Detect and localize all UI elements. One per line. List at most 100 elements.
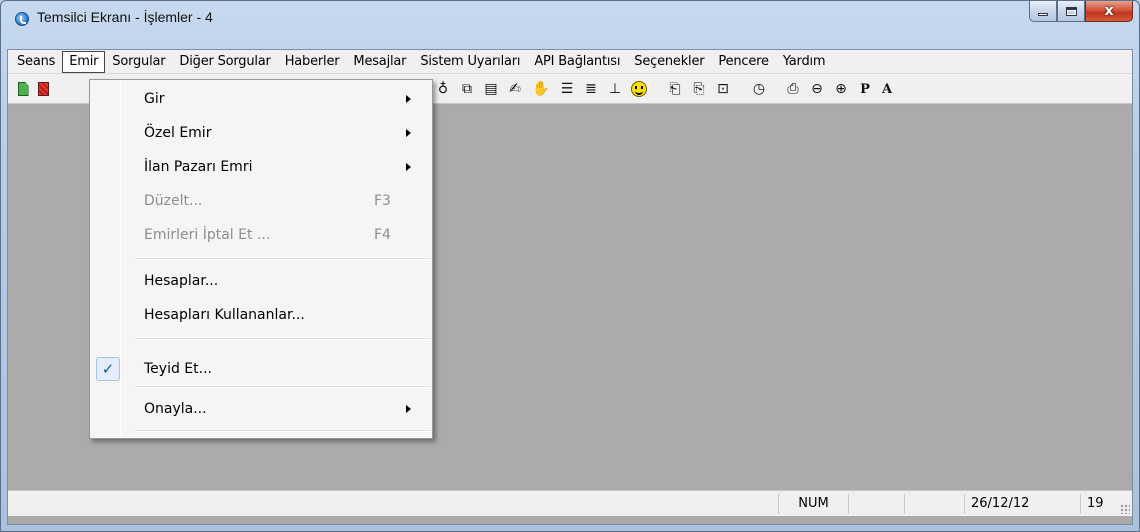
menu-separator — [134, 430, 430, 432]
close-icon: x — [1104, 3, 1114, 19]
menu-item-emirleri-iptal-et[interactable]: Emirleri İptal Et ... F4 — [92, 220, 430, 250]
menu-emir[interactable]: Emir — [62, 50, 106, 73]
gavel-button[interactable]: ⊥ — [606, 80, 624, 98]
p-icon: P — [860, 81, 870, 97]
book-open-icon: ⎘ — [693, 81, 705, 97]
menu-item-teyid-et[interactable]: ✓ Teyid Et... — [92, 354, 430, 384]
menu-item-label: Teyid Et... — [144, 361, 212, 377]
print-button[interactable]: ⎙ — [784, 80, 802, 98]
submenu-arrow-icon — [406, 129, 411, 137]
status-num: NUM — [778, 494, 848, 514]
maximize-button[interactable] — [1057, 1, 1085, 22]
maximize-icon — [1065, 6, 1077, 16]
menu-mesajlar[interactable]: Mesajlar — [346, 51, 413, 73]
menu-item-duzelt[interactable]: Düzelt... F3 — [92, 186, 430, 216]
red-document-button[interactable] — [34, 80, 52, 98]
close-button[interactable]: x — [1085, 1, 1133, 22]
menu-item-label: Hesaplar... — [144, 273, 219, 289]
menu-item-label: İlan Pazarı Emri — [144, 159, 253, 175]
gavel-icon: ⊥ — [608, 81, 622, 97]
folder-icon: ⊡ — [717, 81, 729, 97]
menu-sorgular[interactable]: Sorgular — [105, 51, 172, 73]
resize-grip-icon[interactable] — [1120, 504, 1130, 514]
menu-haberler[interactable]: Haberler — [278, 51, 347, 73]
menu-item-label: Özel Emir — [144, 125, 212, 141]
status-bar: NUM 26/12/12 19 — [8, 490, 1132, 516]
printer-icon: ⎙ — [787, 81, 799, 97]
book-button[interactable]: ⎗ — [666, 80, 684, 98]
list-lines-icon: ≣ — [585, 81, 597, 97]
write-button[interactable]: ✍ — [506, 80, 524, 98]
menu-separator — [134, 258, 430, 260]
menu-bar: Seans Emir Sorgular Diğer Sorgular Haber… — [8, 50, 1132, 74]
status-empty-cell — [848, 494, 904, 514]
document-list-icon: ▤ — [484, 81, 498, 97]
menu-item-label: Onayla... — [144, 401, 207, 417]
submenu-arrow-icon — [406, 163, 411, 171]
menu-item-label: Gir — [144, 91, 165, 107]
document-frame-icon: ⧉ — [462, 81, 472, 97]
menu-item-ozel-emir[interactable]: Özel Emir — [92, 118, 430, 148]
app-icon — [15, 12, 29, 26]
new-document-icon — [17, 82, 29, 96]
emir-dropdown-menu: Gir Özel Emir İlan Pazarı Emri Düzelt...… — [89, 79, 433, 439]
menu-item-gir[interactable]: Gir — [92, 84, 430, 114]
checkmark-icon: ✓ — [96, 357, 120, 381]
status-empty-cell-2 — [904, 494, 964, 514]
window-controls: x — [1029, 1, 1133, 23]
status-number: 19 — [1080, 494, 1120, 514]
menu-diger-sorgular[interactable]: Diğer Sorgular — [172, 51, 277, 73]
hand-icon: ✋ — [532, 81, 550, 97]
write-icon: ✍ — [509, 81, 521, 97]
menu-item-label: Hesapları Kullananlar... — [144, 307, 305, 323]
menu-seans[interactable]: Seans — [10, 51, 62, 73]
smiley-icon — [631, 81, 647, 97]
hand-button[interactable]: ✋ — [532, 80, 550, 98]
zoom-out-button[interactable]: ⊖ — [808, 80, 826, 98]
weight-icon: ♁ — [437, 81, 449, 97]
submenu-arrow-icon — [406, 95, 411, 103]
menu-pencere[interactable]: Pencere — [711, 51, 775, 73]
folder-button[interactable]: ⊡ — [714, 80, 732, 98]
align-lines-button[interactable]: ☰ — [558, 80, 576, 98]
a-icon: A — [881, 81, 893, 97]
zoom-in-icon: ⊕ — [835, 81, 847, 97]
menu-item-shortcut: F3 — [374, 193, 391, 209]
clock-icon: ◷ — [752, 81, 766, 97]
a-button[interactable]: A — [878, 80, 896, 98]
zoom-out-icon: ⊖ — [811, 81, 823, 97]
menu-separator — [134, 338, 430, 340]
weight-button[interactable]: ♁ — [434, 80, 452, 98]
menu-item-hesaplar[interactable]: Hesaplar... — [92, 266, 430, 296]
status-date: 26/12/12 — [964, 494, 1040, 514]
menu-separator — [134, 386, 430, 388]
zoom-in-button[interactable]: ⊕ — [832, 80, 850, 98]
clock-button[interactable]: ◷ — [750, 80, 768, 98]
list-lines-button[interactable]: ≣ — [582, 80, 600, 98]
new-document-button[interactable] — [14, 80, 32, 98]
book-icon: ⎗ — [669, 81, 681, 97]
menu-item-label: Düzelt... — [144, 193, 203, 209]
document-list-button[interactable]: ▤ — [482, 80, 500, 98]
menu-item-ilan-pazari-emri[interactable]: İlan Pazarı Emri — [92, 152, 430, 182]
document-frame-button[interactable]: ⧉ — [458, 80, 476, 98]
menu-api-baglantisi[interactable]: API Bağlantısı — [527, 51, 627, 73]
menu-item-shortcut: F4 — [374, 227, 391, 243]
menu-item-label: Emirleri İptal Et ... — [144, 227, 271, 243]
window-title: Temsilci Ekranı - İşlemler - 4 — [37, 9, 213, 25]
red-document-icon — [37, 82, 49, 96]
book-open-button[interactable]: ⎘ — [690, 80, 708, 98]
submenu-arrow-icon — [406, 405, 411, 413]
menu-secenekler[interactable]: Seçenekler — [627, 51, 711, 73]
main-window: Temsilci Ekranı - İşlemler - 4 x Seans E… — [0, 0, 1140, 532]
menu-yardim[interactable]: Yardım — [776, 51, 833, 73]
menu-item-onayla[interactable]: Onayla... — [92, 394, 430, 424]
minimize-button[interactable] — [1029, 1, 1057, 22]
menu-sistem-uyarilari[interactable]: Sistem Uyarıları — [413, 51, 527, 73]
minimize-icon — [1038, 12, 1048, 16]
p-button[interactable]: P — [856, 80, 874, 98]
title-bar[interactable]: Temsilci Ekranı - İşlemler - 4 x — [1, 1, 1139, 37]
align-lines-icon: ☰ — [560, 81, 574, 97]
menu-item-hesaplari-kullananlar[interactable]: Hesapları Kullananlar... — [92, 300, 430, 330]
smiley-button[interactable] — [630, 80, 648, 98]
